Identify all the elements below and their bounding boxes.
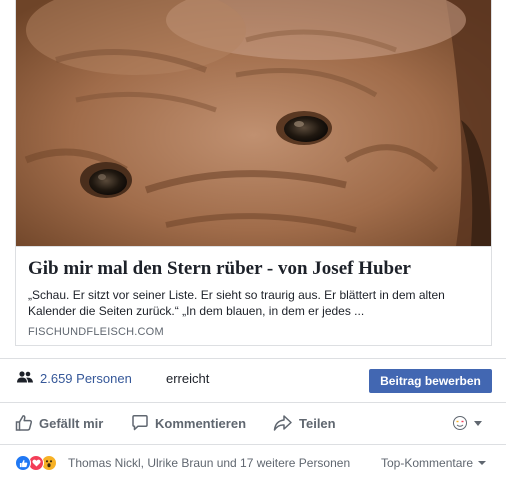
thumbs-up-icon	[15, 415, 33, 431]
link-preview-domain: FISCHUNDFLEISCH.COM	[28, 326, 164, 338]
comment-sort-label: Top-Kommentare	[381, 456, 474, 470]
reactions-summary-row: Thomas Nickl, Ulrike Braun und 17 weiter…	[0, 449, 506, 477]
share-icon	[273, 415, 292, 431]
reaction-audience-selector[interactable]	[452, 415, 482, 431]
comment-button[interactable]: Kommentieren	[131, 407, 246, 439]
divider	[0, 444, 506, 445]
divider	[0, 402, 506, 403]
reach-suffix: erreicht	[166, 371, 210, 386]
plush-dog-photo	[16, 0, 491, 246]
boost-post-button[interactable]: Beitrag bewerben	[369, 369, 492, 393]
reach-count[interactable]: 2.659 Personen	[40, 371, 132, 386]
reaction-icons[interactable]	[15, 455, 67, 471]
link-preview-text[interactable]: Gib mir mal den Stern rüber - von Josef …	[16, 246, 491, 345]
link-preview-card[interactable]: Gib mir mal den Stern rüber - von Josef …	[15, 0, 492, 346]
link-preview-description: „Schau. Er sitzt vor seiner Liste. Er si…	[28, 288, 445, 318]
comment-label: Kommentieren	[155, 415, 247, 431]
chevron-down-icon	[478, 461, 487, 465]
like-icon	[15, 455, 31, 471]
feed-post: Gib mir mal den Stern rüber - von Josef …	[0, 0, 506, 482]
reactors-summary[interactable]: Thomas Nickl, Ulrike Braun und 17 weiter…	[68, 456, 350, 470]
chevron-down-icon	[474, 420, 482, 426]
emoji-face-icon	[453, 416, 467, 430]
post-action-bar: Gefällt mir Kommentieren Teilen	[0, 407, 506, 439]
people-icon	[17, 371, 33, 383]
comment-icon	[132, 415, 148, 431]
comment-sort-dropdown[interactable]: Top-Kommentare	[381, 456, 487, 470]
share-label: Teilen	[299, 415, 336, 431]
link-preview-title[interactable]: Gib mir mal den Stern rüber - von Josef …	[28, 258, 483, 280]
share-button[interactable]: Teilen	[273, 407, 336, 439]
like-button[interactable]: Gefällt mir	[15, 407, 103, 439]
link-preview-image[interactable]	[16, 0, 491, 246]
like-label: Gefällt mir	[39, 415, 104, 431]
post-reach-row: 2.659 Personen erreicht Beitrag bewerben	[0, 358, 506, 402]
